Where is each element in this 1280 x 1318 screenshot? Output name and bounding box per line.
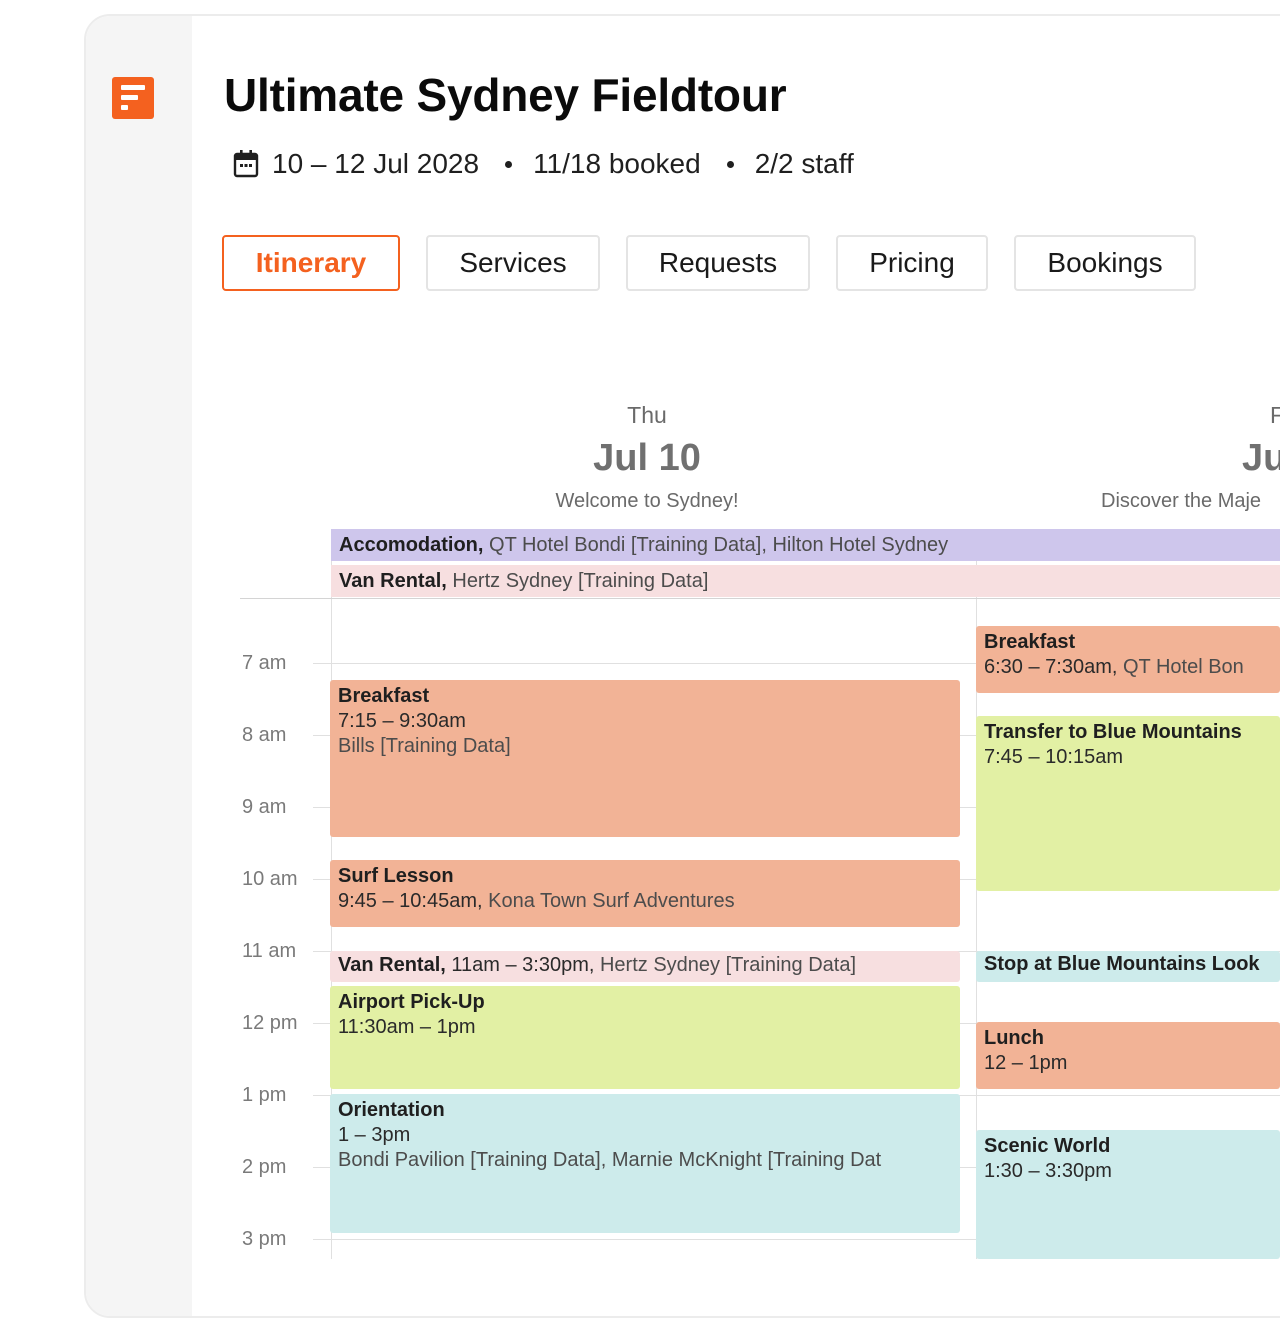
event-location: QT Hotel Bon <box>1117 656 1244 678</box>
event-time: 1:30 – 3:30pm <box>984 1160 1112 1182</box>
hour-label: 11 am <box>242 940 297 962</box>
event-name: Stop at Blue Mountains Look <box>984 953 1260 975</box>
event-name: Surf Lesson <box>338 865 454 887</box>
hour-label: 10 am <box>242 868 298 890</box>
event-name: Airport Pick-Up <box>338 991 485 1013</box>
trip-dates: 10 – 12 Jul 2028 <box>272 148 480 179</box>
event-name: Accomodation, <box>339 534 484 556</box>
sidebar <box>86 16 192 1316</box>
calendar-icon <box>233 150 259 178</box>
day-weekday: Thu <box>627 402 667 428</box>
event-time: 11am – 3:30pm, <box>445 954 595 976</box>
app-logo-icon[interactable] <box>112 77 154 119</box>
event-transfer-blue-mountains[interactable]: Transfer to Blue Mountains 7:45 – 10:15a… <box>976 716 1280 891</box>
day-subtitle: Welcome to Sydney! <box>555 490 739 512</box>
event-surf-lesson[interactable]: Surf Lesson 9:45 – 10:45am, Kona Town Su… <box>330 860 960 927</box>
event-location: Bondi Pavilion [Training Data], Marnie M… <box>338 1149 882 1171</box>
event-detail: QT Hotel Bondi [Training Data], Hilton H… <box>483 534 949 556</box>
event-name: Transfer to Blue Mountains <box>984 721 1242 743</box>
booked-count: 11/18 booked <box>533 148 701 179</box>
event-lunch[interactable]: Lunch 12 – 1pm <box>976 1022 1280 1089</box>
event-breakfast[interactable]: Breakfast 6:30 – 7:30am, QT Hotel Bon <box>976 626 1280 693</box>
event-time: 7:15 – 9:30am <box>338 710 466 732</box>
hour-label: 9 am <box>242 796 287 818</box>
event-location: Bills [Training Data] <box>338 735 511 757</box>
event-scenic-world[interactable]: Scenic World 1:30 – 3:30pm <box>976 1130 1280 1259</box>
day-weekday: F <box>1270 402 1280 428</box>
hour-label: 7 am <box>242 652 287 674</box>
event-time: 1 – 3pm <box>338 1124 411 1146</box>
event-detail: Hertz Sydney [Training Data] <box>446 570 709 592</box>
event-name: Breakfast <box>338 685 430 707</box>
event-name: Orientation <box>338 1099 445 1121</box>
event-location: Kona Town Surf Adventures <box>482 890 735 912</box>
event-name: Lunch <box>984 1027 1044 1049</box>
tab-itinerary[interactable]: Itinerary <box>222 235 400 291</box>
event-van-rental[interactable]: Van Rental, 11am – 3:30pm, Hertz Sydney … <box>330 951 960 982</box>
event-name: Breakfast <box>984 631 1076 653</box>
event-name: Van Rental, <box>338 954 446 976</box>
event-location: Hertz Sydney [Training Data] <box>594 954 857 976</box>
day-date[interactable]: Ju <box>1242 437 1280 480</box>
separator-dot <box>505 160 513 168</box>
page-title: Ultimate Sydney Fieldtour <box>224 69 787 121</box>
tab-pricing[interactable]: Pricing <box>836 235 988 291</box>
day-subtitle: Discover the Maje <box>1101 490 1262 512</box>
event-blue-mountains-lookout[interactable]: Stop at Blue Mountains Look <box>976 951 1280 982</box>
hour-label: 2 pm <box>242 1156 287 1178</box>
tab-requests[interactable]: Requests <box>626 235 810 291</box>
event-time: 6:30 – 7:30am, <box>984 656 1118 678</box>
event-name: Van Rental, <box>339 570 447 592</box>
event-breakfast[interactable]: Breakfast 7:15 – 9:30am Bills [Training … <box>330 680 960 837</box>
event-time: 7:45 – 10:15am <box>984 746 1123 768</box>
day-date[interactable]: Jul 10 <box>547 437 747 480</box>
event-time: 11:30am – 1pm <box>338 1016 476 1038</box>
event-time: 9:45 – 10:45am, <box>338 890 483 912</box>
staff-count: 2/2 staff <box>754 148 854 179</box>
all-day-event-accommodation[interactable]: Accomodation, QT Hotel Bondi [Training D… <box>331 529 1280 561</box>
hour-label: 3 pm <box>242 1228 287 1250</box>
all-day-event-van-rental[interactable]: Van Rental, Hertz Sydney [Training Data] <box>331 565 1280 597</box>
event-airport-pickup[interactable]: Airport Pick-Up 11:30am – 1pm <box>330 986 960 1089</box>
separator-dot <box>726 160 734 168</box>
all-day-divider <box>240 598 1280 599</box>
hour-label: 8 am <box>242 724 287 746</box>
hour-label: 12 pm <box>242 1012 298 1034</box>
tab-services[interactable]: Services <box>426 235 600 291</box>
event-time: 12 – 1pm <box>984 1052 1068 1074</box>
event-name: Scenic World <box>984 1135 1111 1157</box>
tab-bookings[interactable]: Bookings <box>1014 235 1196 291</box>
trip-meta: 10 – 12 Jul 2028 11/18 booked 2/2 staff <box>232 146 854 182</box>
hour-label: 1 pm <box>242 1084 287 1106</box>
event-orientation[interactable]: Orientation 1 – 3pm Bondi Pavilion [Trai… <box>330 1094 960 1233</box>
